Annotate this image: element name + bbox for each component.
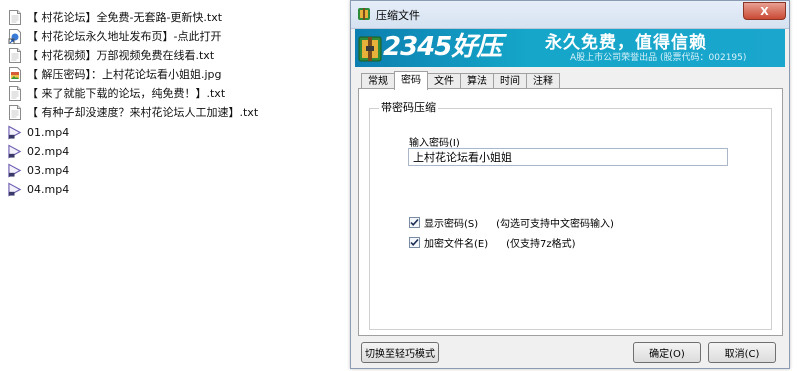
show-password-row[interactable]: 显示密码(S) (勾选可支持中文密码输入) <box>409 215 614 230</box>
file-name: 02.mp4 <box>27 144 70 158</box>
banner-brand: 2345好压 <box>383 32 502 62</box>
video-file-icon <box>8 181 22 197</box>
file-item[interactable]: 【 村花视频】万部视频免费在线看.txt <box>8 46 214 64</box>
brand-banner: 2345好压 永久免费，值得信赖 A股上市公司荣誉出品 (股票代码：002195… <box>355 29 785 67</box>
password-panel: 带密码压缩 输入密码(I) 显示密码(S) (勾选可支持中文密码输入) 加密文件… <box>358 88 783 336</box>
password-input[interactable] <box>408 148 728 166</box>
compress-dialog: 压缩文件 X 2345好压 永久免费，值得信赖 A股上市公司荣誉出品 (股票代码… <box>350 0 790 369</box>
file-name: 【 来了就能下载的论坛，纯免费！】.txt <box>27 87 226 100</box>
close-button[interactable]: X <box>743 2 786 20</box>
file-item[interactable]: 【 村花论坛】全免费-无套路-更新快.txt <box>8 8 222 26</box>
haozip-logo-icon <box>358 34 382 62</box>
file-item[interactable]: 【 解压密码】：上村花论坛看小姐姐.jpg <box>8 65 222 83</box>
file-item[interactable]: 02.mp4 <box>8 142 69 160</box>
banner-subtitle: A股上市公司荣誉出品 (股票代码：002195) <box>570 53 747 63</box>
cancel-button[interactable]: 取消(C) <box>708 342 776 363</box>
file-name: 01.mp4 <box>27 125 70 139</box>
checkmark-icon <box>410 218 419 226</box>
encrypt-names-row[interactable]: 加密文件名(E) (仅支持7z格式) <box>409 235 576 250</box>
ok-button[interactable]: 确定(O) <box>633 342 701 363</box>
file-name: 【 解压密码】：上村花论坛看小姐姐.jpg <box>27 68 222 81</box>
password-label: 输入密码(I) <box>409 138 460 149</box>
image-file-icon <box>8 66 22 82</box>
file-item[interactable]: 【 村花论坛永久地址发布页】-点此打开 <box>8 27 221 45</box>
tab-strip: 常规 密码 文件 算法 时间 注释 <box>361 71 560 90</box>
link-shortcut-icon <box>8 28 22 44</box>
file-name: 03.mp4 <box>27 163 70 177</box>
tab-password[interactable]: 密码 <box>394 71 428 90</box>
video-file-icon <box>8 124 22 140</box>
file-list: 【 村花论坛】全免费-无套路-更新快.txt 【 村花论坛永久地址发布页】-点此… <box>0 0 345 371</box>
text-file-icon <box>8 9 22 25</box>
encrypt-names-checkbox[interactable] <box>409 237 420 248</box>
file-item[interactable]: 【 来了就能下载的论坛，纯免费！】.txt <box>8 84 225 102</box>
show-password-checkbox[interactable] <box>409 217 420 228</box>
video-file-icon <box>8 162 22 178</box>
file-item[interactable]: 04.mp4 <box>8 180 69 198</box>
tab-comment[interactable]: 注释 <box>526 73 560 89</box>
text-file-icon <box>8 85 22 101</box>
text-file-icon <box>8 47 22 63</box>
tab-files[interactable]: 文件 <box>427 73 461 89</box>
haozip-app-icon <box>357 7 371 21</box>
checkmark-icon <box>410 238 419 246</box>
show-password-label: 显示密码(S) <box>424 219 479 230</box>
title-bar[interactable]: 压缩文件 X <box>351 1 789 29</box>
file-name: 【 村花论坛永久地址发布页】-点此打开 <box>27 30 222 43</box>
show-password-note: (勾选可支持中文密码输入) <box>496 219 614 230</box>
close-icon: X <box>760 4 769 18</box>
file-name: 【 村花论坛】全免费-无套路-更新快.txt <box>27 11 223 24</box>
encrypt-names-label: 加密文件名(E) <box>424 239 489 250</box>
switch-mode-button[interactable]: 切换至轻巧模式 <box>361 342 439 363</box>
file-name: 04.mp4 <box>27 182 70 196</box>
file-item[interactable]: 01.mp4 <box>8 123 69 141</box>
group-title: 带密码压缩 <box>379 99 438 115</box>
file-item[interactable]: 03.mp4 <box>8 161 69 179</box>
tab-time[interactable]: 时间 <box>493 73 527 89</box>
file-name: 【 村花视频】万部视频免费在线看.txt <box>27 49 215 62</box>
video-file-icon <box>8 143 22 159</box>
dialog-title: 压缩文件 <box>376 9 420 22</box>
tab-algorithm[interactable]: 算法 <box>460 73 494 89</box>
file-name: 【 有种子却没速度？来村花论坛人工加速】.txt <box>27 106 259 119</box>
tab-general[interactable]: 常规 <box>361 73 395 89</box>
banner-slogan: 永久免费，值得信赖 <box>545 33 707 53</box>
file-item[interactable]: 【 有种子却没速度？来村花论坛人工加速】.txt <box>8 103 258 121</box>
encrypt-names-note: (仅支持7z格式) <box>506 239 576 250</box>
text-file-icon <box>8 104 22 120</box>
